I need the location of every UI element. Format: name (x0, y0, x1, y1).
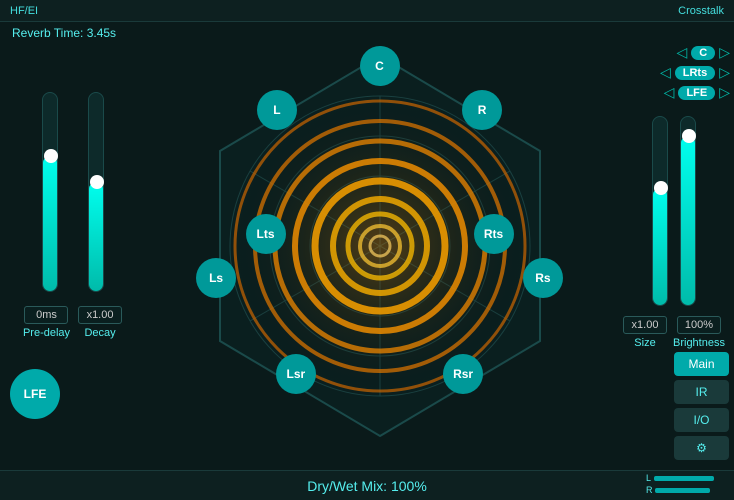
lfe-button[interactable]: LFE (10, 369, 60, 419)
speaker-Rts[interactable]: Rts (474, 214, 514, 254)
hexagon-svg (190, 46, 570, 446)
speaker-Lts[interactable]: Lts (246, 214, 286, 254)
left-value-boxes: 0ms Pre-delay x1.00 Decay (23, 306, 122, 339)
crossfade-row-lfe: ◁ LFE ▷ (618, 84, 730, 101)
predelay-slider-box (42, 92, 58, 292)
cf-arrow-left-lfe[interactable]: ◁ (664, 84, 675, 101)
tab-main[interactable]: Main (674, 352, 729, 376)
crossfade-title-top: Crosstalk (678, 5, 724, 17)
predelay-value[interactable]: 0ms (24, 306, 68, 324)
speaker-Lsr[interactable]: Lsr (276, 354, 316, 394)
cf-arrow-right-lrts[interactable]: ▷ (719, 64, 730, 81)
cf-arrow-left-c[interactable]: ◁ (676, 44, 687, 61)
top-bar-title: HF/EI (10, 5, 38, 17)
size-value[interactable]: x1.00 (623, 316, 667, 334)
predelay-fill (43, 156, 57, 291)
crossfade-row-lrts: ◁ LRts ▷ (618, 64, 730, 81)
brightness-slider-box (680, 116, 696, 306)
speaker-Rsr[interactable]: Rsr (443, 354, 483, 394)
decay-track[interactable] (88, 92, 104, 292)
decay-thumb[interactable] (90, 175, 104, 189)
decay-slider-box (88, 92, 104, 292)
decay-label: Decay (84, 327, 115, 339)
brightness-label: Brightness (673, 337, 725, 349)
speaker-Ls[interactable]: Ls (196, 258, 236, 298)
right-sliders-area (652, 116, 696, 316)
cf-label-lrts[interactable]: LRts (675, 66, 715, 80)
crossfade-section: ◁ C ▷ ◁ LRts ▷ ◁ LFE ▷ (614, 42, 734, 106)
size-thumb[interactable] (654, 181, 668, 195)
lr-indicator: L R (646, 473, 714, 495)
size-label: Size (634, 337, 655, 349)
tab-settings[interactable]: ⚙ (674, 436, 729, 460)
dry-wet-label: Dry/Wet Mix: 100% (307, 478, 427, 494)
r-bar (655, 488, 710, 493)
cf-label-lfe[interactable]: LFE (678, 86, 715, 100)
top-bar: HF/EI Crosstalk (0, 0, 734, 22)
predelay-thumb[interactable] (44, 149, 58, 163)
cf-arrow-right-c[interactable]: ▷ (719, 44, 730, 61)
brightness-track[interactable] (680, 116, 696, 306)
brightness-fill (681, 136, 695, 305)
size-track[interactable] (652, 116, 668, 306)
left-panel: 0ms Pre-delay x1.00 Decay LFE (0, 22, 145, 470)
left-sliders-row (42, 82, 104, 302)
tab-buttons: Main IR I/O ⚙ (674, 352, 729, 460)
right-panel: ◁ C ▷ ◁ LRts ▷ ◁ LFE ▷ (614, 22, 734, 470)
hexagon-container: C L R Lts Rts Ls Rs (190, 46, 570, 446)
speaker-C[interactable]: C (360, 46, 400, 86)
size-slider-box (652, 116, 668, 306)
r-label: R (646, 485, 653, 495)
tab-ir[interactable]: IR (674, 380, 729, 404)
l-label: L (646, 473, 651, 483)
crossfade-row-c: ◁ C ▷ (618, 44, 730, 61)
size-fill (653, 188, 667, 305)
predelay-track[interactable] (42, 92, 58, 292)
decay-fill (89, 182, 103, 291)
predelay-label: Pre-delay (23, 327, 70, 339)
cf-label-c[interactable]: C (691, 46, 715, 60)
l-bar (654, 476, 714, 481)
main-area: 0ms Pre-delay x1.00 Decay LFE (0, 22, 734, 470)
speaker-L[interactable]: L (257, 90, 297, 130)
right-value-boxes: x1.00 Size 100% Brightness (623, 316, 725, 349)
cf-arrow-left-lrts[interactable]: ◁ (660, 64, 671, 81)
speaker-Rs[interactable]: Rs (523, 258, 563, 298)
cf-arrow-right-lfe[interactable]: ▷ (719, 84, 730, 101)
decay-value[interactable]: x1.00 (78, 306, 122, 324)
bottom-bar: Dry/Wet Mix: 100% L R (0, 470, 734, 500)
brightness-value[interactable]: 100% (677, 316, 721, 334)
tab-io[interactable]: I/O (674, 408, 729, 432)
speaker-R[interactable]: R (462, 90, 502, 130)
center-area: C L R Lts Rts Ls Rs (145, 22, 614, 470)
brightness-thumb[interactable] (682, 129, 696, 143)
